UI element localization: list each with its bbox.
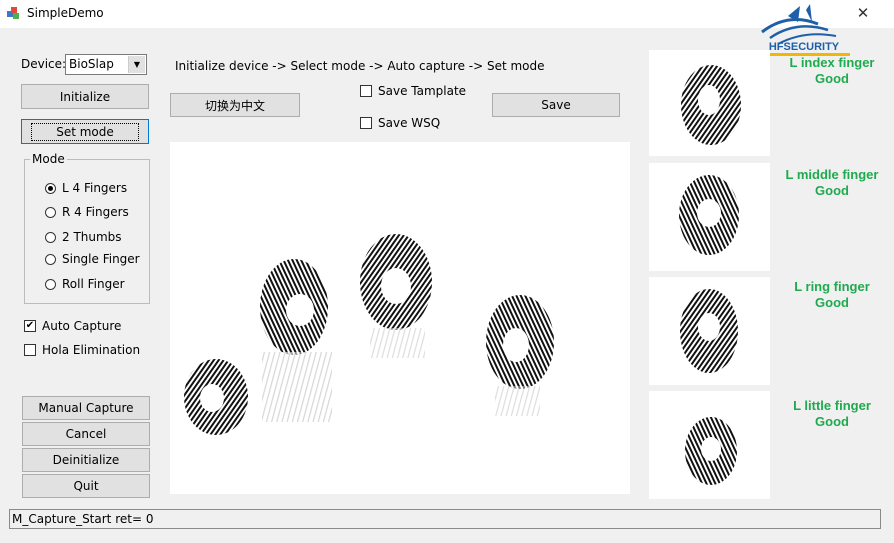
hola-elimination-checkbox[interactable]: Hola Elimination xyxy=(24,343,140,357)
radio-roll-finger[interactable]: Roll Finger xyxy=(45,277,125,291)
chevron-down-icon[interactable]: ▼ xyxy=(128,56,145,73)
radio-dot[interactable] xyxy=(45,182,56,194)
device-selected-value: BioSlap xyxy=(69,57,114,71)
logo-text: HFSECURITY xyxy=(769,41,840,53)
thumb-l-little xyxy=(649,391,770,499)
initialize-button[interactable]: Initialize xyxy=(21,84,149,109)
finger-quality: Good xyxy=(815,71,849,86)
finger-name: L index finger xyxy=(789,55,875,70)
status-text: M_Capture_Start ret= 0 xyxy=(12,512,154,526)
finger-name: L little finger xyxy=(793,398,871,413)
status-bar: M_Capture_Start ret= 0 xyxy=(9,509,881,529)
fingerprint-thumb-index xyxy=(681,65,741,145)
cancel-button[interactable]: Cancel xyxy=(22,422,150,446)
app-icon xyxy=(7,7,19,19)
switch-chinese-label: 切换为中文 xyxy=(204,98,265,113)
capture-preview xyxy=(170,142,630,494)
radio-r4-fingers[interactable]: R 4 Fingers xyxy=(45,205,129,219)
radio-label: R 4 Fingers xyxy=(62,205,129,219)
radio-label: L 4 Fingers xyxy=(62,181,128,195)
radio-dot[interactable] xyxy=(45,253,56,265)
radio-l4-fingers[interactable]: L 4 Fingers xyxy=(45,181,127,195)
manual-capture-label: Manual Capture xyxy=(38,401,134,415)
radio-dot[interactable] xyxy=(45,278,56,290)
finger-label-ring: L ring finger Good xyxy=(772,279,892,311)
thumb-l-index xyxy=(649,50,770,156)
finger-label-middle: L middle finger Good xyxy=(772,167,892,199)
fingerprint-thumb-ring xyxy=(680,289,738,373)
radio-dot[interactable] xyxy=(45,231,56,243)
window-title: SimpleDemo xyxy=(27,6,104,20)
radio-label: Single Finger xyxy=(62,252,140,266)
set-mode-button[interactable]: Set mode xyxy=(21,119,149,144)
checkbox-box[interactable] xyxy=(360,85,372,97)
save-label: Save xyxy=(541,98,571,112)
hola-elimination-label: Hola Elimination xyxy=(42,343,141,357)
device-select[interactable]: BioSlap ▼ xyxy=(65,54,147,75)
radio-label: 2 Thumbs xyxy=(62,230,122,244)
finger-quality: Good xyxy=(815,183,849,198)
radio-single-finger[interactable]: Single Finger xyxy=(45,252,140,266)
fingerprint-slap-image xyxy=(184,234,554,435)
save-wsq-label: Save WSQ xyxy=(378,116,441,130)
finger-label-index: L index finger Good xyxy=(772,55,892,87)
auto-capture-checkbox[interactable]: ✔ Auto Capture xyxy=(24,319,121,333)
quit-label: Quit xyxy=(73,479,99,493)
checkmark-icon[interactable]: ✔ xyxy=(24,320,36,332)
switch-chinese-button[interactable]: 切换为中文 xyxy=(170,93,300,117)
radio-2-thumbs[interactable]: 2 Thumbs xyxy=(45,230,122,244)
save-template-label: Save Tamplate xyxy=(378,84,467,98)
thumb-l-ring xyxy=(649,277,770,385)
deinitialize-label: Deinitialize xyxy=(52,453,120,467)
set-mode-label: Set mode xyxy=(31,122,139,141)
finger-quality: Good xyxy=(815,295,849,310)
quit-button[interactable]: Quit xyxy=(22,474,150,498)
device-label: Device: xyxy=(21,57,67,71)
finger-name: L ring finger xyxy=(794,279,870,294)
thumb-l-middle xyxy=(649,163,770,271)
save-button[interactable]: Save xyxy=(492,93,620,117)
radio-label: Roll Finger xyxy=(62,277,125,291)
instructions-text: Initialize device -> Select mode -> Auto… xyxy=(175,59,545,73)
finger-label-little: L little finger Good xyxy=(772,398,892,430)
checkbox-box[interactable] xyxy=(360,117,372,129)
fingerprint-thumb-middle xyxy=(679,175,739,255)
mode-legend: Mode xyxy=(30,152,67,166)
cancel-label: Cancel xyxy=(65,427,107,441)
save-template-checkbox[interactable]: Save Tamplate xyxy=(360,84,466,98)
auto-capture-label: Auto Capture xyxy=(42,319,122,333)
finger-quality: Good xyxy=(815,414,849,429)
deinitialize-button[interactable]: Deinitialize xyxy=(22,448,150,472)
fingerprint-thumb-little xyxy=(685,417,737,485)
initialize-label: Initialize xyxy=(59,89,111,104)
save-wsq-checkbox[interactable]: Save WSQ xyxy=(360,116,440,130)
manual-capture-button[interactable]: Manual Capture xyxy=(22,396,150,420)
checkbox-box[interactable] xyxy=(24,344,36,356)
radio-dot[interactable] xyxy=(45,206,56,218)
finger-name: L middle finger xyxy=(785,167,879,182)
